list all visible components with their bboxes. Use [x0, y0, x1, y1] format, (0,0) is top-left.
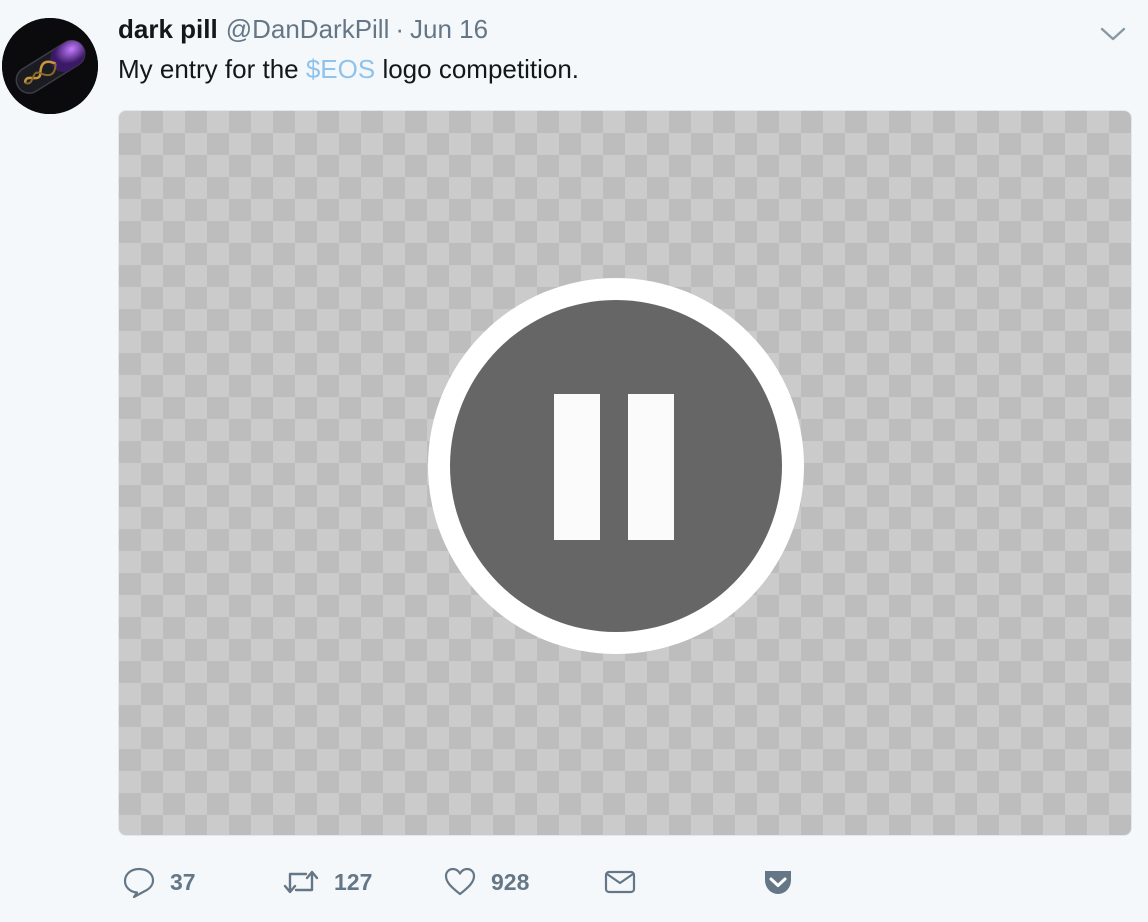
pause-icon	[428, 278, 804, 654]
direct-message-action[interactable]	[603, 860, 637, 904]
retweet-icon	[283, 870, 319, 894]
avatar[interactable]	[2, 18, 98, 114]
tweet-actions: 37 127 928	[0, 860, 1148, 904]
more-options-chevron-down-icon[interactable]	[1098, 20, 1128, 48]
retweet-action[interactable]: 127	[282, 860, 372, 904]
tweet-text: My entry for the $EOS logo competition.	[118, 54, 579, 85]
reply-icon	[123, 867, 155, 899]
retweet-count: 127	[334, 868, 373, 895]
tweet-text-start: My entry for the	[118, 54, 306, 84]
cashtag-link[interactable]: $EOS	[306, 54, 375, 84]
like-count: 928	[491, 868, 530, 895]
heart-icon	[444, 867, 476, 896]
header-separator: ·	[395, 14, 405, 44]
pocket-action[interactable]	[762, 860, 794, 904]
pocket-icon	[765, 871, 791, 894]
tweet-header: dark pill @DanDarkPill · Jun 16	[118, 14, 488, 50]
pill-avatar-image	[2, 18, 98, 114]
tweet-timestamp[interactable]: Jun 16	[410, 14, 488, 45]
tweet[interactable]: dark pill @DanDarkPill · Jun 16 My entry…	[0, 0, 1148, 922]
like-action[interactable]: 928	[443, 860, 529, 904]
reply-count: 37	[170, 868, 196, 895]
media-video[interactable]	[118, 110, 1132, 836]
envelope-icon	[604, 870, 636, 894]
user-handle[interactable]: @DanDarkPill	[226, 14, 390, 45]
display-name[interactable]: dark pill	[118, 14, 218, 45]
reply-action[interactable]: 37	[122, 860, 196, 904]
tweet-text-end: logo competition.	[375, 54, 580, 84]
pause-button[interactable]	[427, 277, 805, 655]
